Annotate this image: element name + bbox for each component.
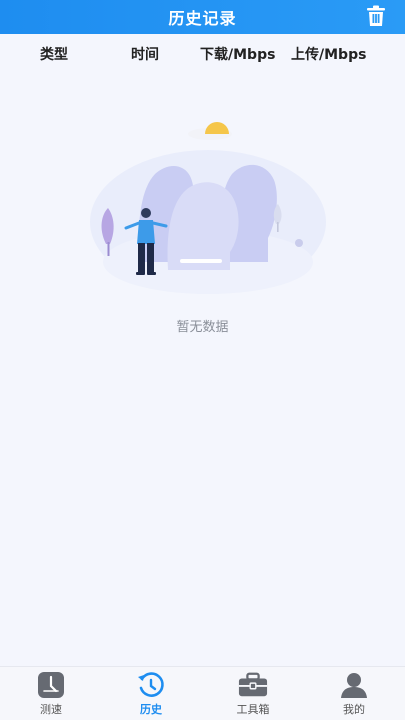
bottom-tab-bar: 测速 历史 工具箱 我的 <box>0 666 405 720</box>
column-type: 类型 <box>40 47 68 63</box>
tab-label: 历史 <box>140 703 162 716</box>
top-bar: 历史记录 <box>0 0 405 34</box>
speedometer-icon <box>36 670 66 700</box>
tab-label: 测速 <box>40 703 62 716</box>
tab-label: 我的 <box>343 703 365 716</box>
table-header: 类型 时间 下载/Mbps 上传/Mbps <box>0 34 405 70</box>
toolbox-icon <box>238 670 268 700</box>
tab-label: 工具箱 <box>236 703 270 716</box>
person-icon <box>339 670 369 700</box>
tab-history[interactable]: 历史 <box>111 667 191 720</box>
empty-message: 暂无数据 <box>176 320 229 335</box>
history-icon <box>136 670 166 700</box>
trash-icon <box>367 5 385 26</box>
empty-illustration <box>80 112 330 302</box>
clear-history-button[interactable] <box>365 4 387 28</box>
tab-mine[interactable]: 我的 <box>314 667 394 720</box>
column-time: 时间 <box>131 47 159 63</box>
column-download: 下载/Mbps <box>200 47 276 63</box>
column-upload: 上传/Mbps <box>291 47 367 63</box>
tab-toolbox[interactable]: 工具箱 <box>213 667 293 720</box>
tab-speed-test[interactable]: 测速 <box>11 667 91 720</box>
page-title: 历史记录 <box>168 9 237 28</box>
